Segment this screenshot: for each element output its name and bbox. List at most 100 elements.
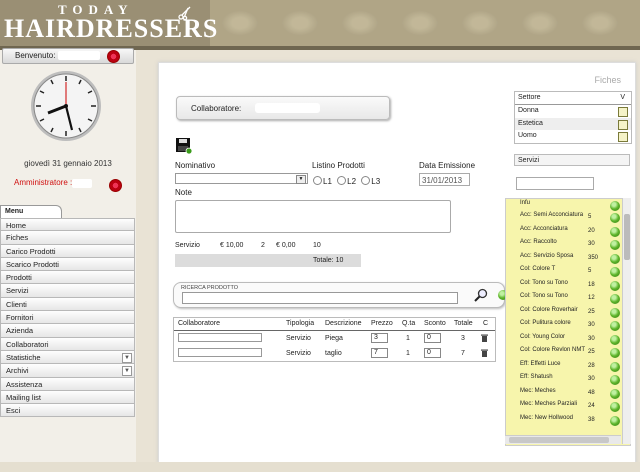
summary-total-label: Totale: 10 xyxy=(313,257,344,264)
add-servizio-button[interactable] xyxy=(610,213,620,223)
note-textarea[interactable] xyxy=(175,200,451,233)
sidebar-item-collaboratori[interactable]: Collaboratori xyxy=(0,337,135,351)
settore-panel: Settore V Donna Estetica Uomo xyxy=(514,91,632,144)
checkbox-icon[interactable] xyxy=(618,107,628,117)
servizio-price: 25 xyxy=(588,349,595,355)
list-item[interactable]: Eff: Shatush 30 xyxy=(506,373,630,387)
sidebar-item-fornitori[interactable]: Fornitori xyxy=(0,311,135,325)
trash-icon[interactable] xyxy=(481,334,488,342)
add-servizio-button[interactable] xyxy=(610,307,620,318)
servizi-hscrollbar[interactable] xyxy=(505,435,621,444)
list-item[interactable]: Col: Tono su Tono 12 xyxy=(506,292,630,306)
list-item[interactable]: Col: Colore T 5 xyxy=(506,265,630,279)
search-icon[interactable] xyxy=(474,288,488,302)
sidebar-item-home[interactable]: Home xyxy=(0,218,135,232)
nominativo-select[interactable]: ▼ xyxy=(175,173,308,184)
sidebar-item-mailing-list[interactable]: Mailing list xyxy=(0,390,135,405)
app-header: TODAY HAIRDRESSERS xyxy=(0,0,640,46)
logout-power-icon[interactable] xyxy=(107,50,120,63)
row-collaboratore-select[interactable] xyxy=(178,348,262,357)
radio-l1[interactable] xyxy=(313,176,322,185)
chevron-down-icon[interactable]: ▼ xyxy=(122,366,132,377)
servizi-scrollbar[interactable] xyxy=(622,198,631,444)
list-item[interactable]: Col: Young Color 30 xyxy=(506,333,630,347)
sidebar-item-azienda[interactable]: Azienda xyxy=(0,324,135,338)
hscrollbar-thumb[interactable] xyxy=(509,437,609,443)
sidebar-item-label: Assistenza xyxy=(6,379,43,389)
save-disk-icon[interactable] xyxy=(176,138,192,154)
add-servizio-button[interactable] xyxy=(610,388,620,399)
row-prezzo-input[interactable]: 3 xyxy=(371,333,388,343)
row-tipologia: Servizio xyxy=(286,335,311,342)
admin-power-icon[interactable] xyxy=(109,179,122,192)
row-tipologia: Servizio xyxy=(286,350,311,357)
add-servizio-button[interactable] xyxy=(610,294,620,304)
sidebar-item-archivi[interactable]: Archivi ▼ xyxy=(0,364,135,378)
settore-item-estetica[interactable]: Estetica xyxy=(515,117,631,130)
add-servizio-button[interactable] xyxy=(610,321,620,331)
summary-qta: 2 xyxy=(261,242,265,249)
add-servizio-button[interactable] xyxy=(610,253,620,264)
add-servizio-button[interactable] xyxy=(610,402,620,412)
list-item[interactable]: Col: Colore Revlon NMT 25 xyxy=(506,346,630,360)
add-servizio-button[interactable] xyxy=(610,280,620,291)
sidebar-item-label: Clienti xyxy=(6,299,27,309)
add-servizio-button[interactable] xyxy=(610,375,620,385)
row-sconto-input[interactable]: 0 xyxy=(424,348,441,358)
list-item[interactable]: Mec: Meches 48 xyxy=(506,387,630,401)
sidebar-item-prodotti[interactable]: Prodotti xyxy=(0,271,135,285)
add-servizio-button[interactable] xyxy=(610,240,620,250)
add-servizio-button[interactable] xyxy=(610,226,620,237)
sidebar-item-fiches[interactable]: Fiches xyxy=(0,231,135,245)
summary-sconto: € 0,00 xyxy=(276,242,296,249)
radio-l2[interactable] xyxy=(337,176,347,185)
list-item[interactable]: Mec: Meches Parziali 24 xyxy=(506,400,630,414)
servizio-price: 30 xyxy=(588,241,595,247)
servizio-name: Infu xyxy=(520,200,531,206)
list-item[interactable]: Infu xyxy=(506,199,630,211)
scrollbar-thumb[interactable] xyxy=(624,214,630,260)
search-input[interactable] xyxy=(182,292,458,304)
servizio-name: Col: Colore T xyxy=(520,266,556,272)
checkbox-icon[interactable] xyxy=(618,132,628,142)
checkbox-icon[interactable] xyxy=(618,119,628,130)
row-collaboratore-select[interactable] xyxy=(178,333,262,342)
list-item[interactable]: Acc: Semi Acconciatura 5 xyxy=(506,211,630,225)
trash-icon[interactable] xyxy=(481,349,488,357)
add-servizio-button[interactable] xyxy=(610,267,620,277)
sidebar-item-label: Mailing list xyxy=(6,392,42,402)
sidebar-item-scarico-prodotti[interactable]: Scarico Prodotti xyxy=(0,257,135,272)
add-servizio-button[interactable] xyxy=(610,361,620,372)
sidebar-item-clienti[interactable]: Clienti xyxy=(0,297,135,312)
servizi-filter-input[interactable] xyxy=(516,177,594,190)
list-item[interactable]: Col: Colore Roverhair 25 xyxy=(506,306,630,320)
list-item[interactable]: Acc: Raccolto 30 xyxy=(506,238,630,252)
add-servizio-button[interactable] xyxy=(610,348,620,358)
list-item[interactable]: Col: Pulitura colore 30 xyxy=(506,319,630,333)
sidebar-item-assistenza[interactable]: Assistenza xyxy=(0,377,135,391)
list-item[interactable]: Acc: Acconciatura 20 xyxy=(506,225,630,239)
radio-l3[interactable] xyxy=(361,176,371,185)
add-servizio-button[interactable] xyxy=(610,334,620,345)
add-servizio-button[interactable] xyxy=(610,415,620,426)
collaboratore-value xyxy=(255,103,320,113)
sidebar-item-statistiche[interactable]: Statistiche ▼ xyxy=(0,350,135,365)
servizio-name: Acc: Raccolto xyxy=(520,239,557,245)
add-servizio-button[interactable] xyxy=(610,201,620,211)
chevron-down-icon[interactable]: ▼ xyxy=(122,352,132,363)
list-item[interactable]: Eff: Effetti Luce 28 xyxy=(506,360,630,374)
row-prezzo-input[interactable]: 7 xyxy=(371,348,388,358)
list-item[interactable]: Acc: Servizio Sposa 350 xyxy=(506,252,630,266)
settore-item-donna[interactable]: Donna xyxy=(515,105,631,118)
sidebar-item-carico-prodotti[interactable]: Carico Prodotti xyxy=(0,244,135,258)
settore-item-uomo[interactable]: Uomo xyxy=(515,130,631,143)
list-item[interactable]: Mec: New Hollwood 38 xyxy=(506,414,630,428)
sidebar-item-esci[interactable]: Esci xyxy=(0,404,135,418)
th-qta: Q.ta xyxy=(402,320,416,327)
row-sconto-input[interactable]: 0 xyxy=(424,333,441,343)
sidebar-item-label: Carico Prodotti xyxy=(6,246,56,256)
data-emissione-input[interactable]: 31/01/2013 xyxy=(419,173,470,186)
items-table: Collaboratore Tipologia Descrizione Prez… xyxy=(173,317,496,362)
list-item[interactable]: Col: Tono su Tono 18 xyxy=(506,279,630,293)
sidebar-item-servizi[interactable]: Servizi xyxy=(0,284,135,298)
